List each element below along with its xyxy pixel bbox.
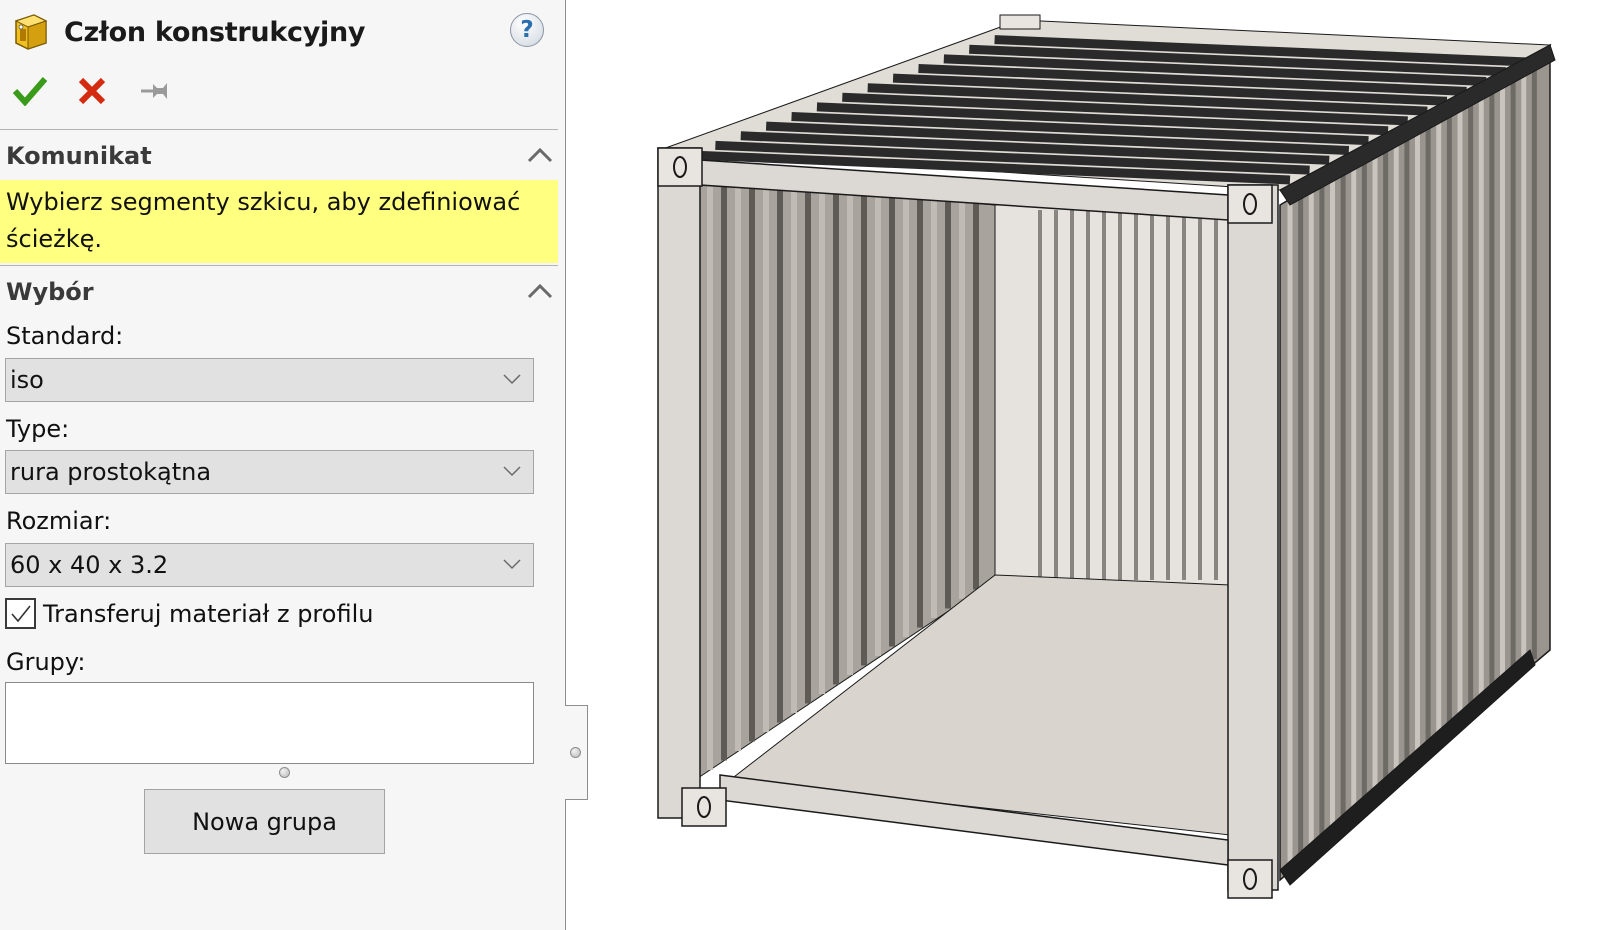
corner-casting bbox=[681, 787, 727, 827]
message-text: Wybierz segmenty szkicu, aby zdefiniować… bbox=[0, 180, 558, 263]
pushpin-icon bbox=[141, 83, 167, 99]
container-model-geometry bbox=[657, 14, 1556, 899]
transfer-material-label: Transferuj materiał z profilu bbox=[43, 599, 374, 628]
panel-resize-handle[interactable] bbox=[570, 747, 581, 758]
checkmark-icon bbox=[12, 77, 48, 106]
message-section-heading: Komunikat bbox=[6, 142, 152, 170]
standard-dropdown[interactable]: iso bbox=[5, 358, 534, 402]
standard-value: iso bbox=[10, 366, 44, 394]
structural-member-icon bbox=[12, 13, 48, 51]
title-row: Człon konstrukcyjny bbox=[12, 10, 365, 54]
panel-resize-tab[interactable] bbox=[565, 705, 588, 800]
corner-casting bbox=[1227, 859, 1273, 899]
selection-section-heading: Wybór bbox=[6, 278, 94, 306]
size-dropdown[interactable]: 60 x 40 x 3.2 bbox=[5, 543, 534, 587]
type-value: rura prostokątna bbox=[10, 458, 212, 486]
divider bbox=[0, 265, 558, 266]
front-right-post bbox=[1227, 184, 1279, 891]
type-label: Type: bbox=[6, 415, 70, 443]
standard-label: Standard: bbox=[6, 322, 124, 350]
close-icon bbox=[78, 77, 106, 105]
panel-title: Człon konstrukcyjny bbox=[64, 16, 366, 48]
chevron-down-icon bbox=[503, 374, 521, 385]
pin-button[interactable] bbox=[134, 72, 174, 110]
back-wall bbox=[994, 204, 1231, 586]
chevron-down-icon bbox=[503, 559, 521, 570]
type-dropdown[interactable]: rura prostokątna bbox=[5, 450, 534, 494]
groups-list[interactable] bbox=[5, 682, 534, 764]
transfer-material-row[interactable]: Transferuj materiał z profilu bbox=[5, 598, 373, 629]
action-bar bbox=[10, 72, 196, 110]
transfer-material-checkbox[interactable] bbox=[5, 598, 36, 629]
corner-casting bbox=[1227, 184, 1273, 224]
collapse-message-icon[interactable] bbox=[525, 143, 555, 167]
property-manager-panel: Człon konstrukcyjny ? Komunikat Wybierz … bbox=[0, 0, 566, 930]
list-resize-handle[interactable] bbox=[279, 767, 290, 778]
collapse-selection-icon[interactable] bbox=[525, 279, 555, 303]
chevron-down-icon bbox=[503, 466, 521, 477]
corner-casting bbox=[999, 14, 1041, 30]
new-group-button[interactable]: Nowa grupa bbox=[144, 789, 385, 854]
divider bbox=[0, 129, 558, 130]
cancel-button[interactable] bbox=[72, 72, 112, 110]
size-value: 60 x 40 x 3.2 bbox=[10, 551, 169, 579]
help-icon[interactable]: ? bbox=[510, 13, 544, 47]
container-model bbox=[657, 14, 1556, 899]
corner-casting bbox=[657, 147, 703, 187]
ok-button[interactable] bbox=[10, 72, 50, 110]
front-left-post bbox=[657, 147, 701, 819]
groups-label: Grupy: bbox=[6, 648, 86, 676]
graphics-viewport[interactable] bbox=[600, 0, 1600, 930]
size-label: Rozmiar: bbox=[6, 507, 112, 535]
checkmark-icon bbox=[10, 605, 31, 622]
